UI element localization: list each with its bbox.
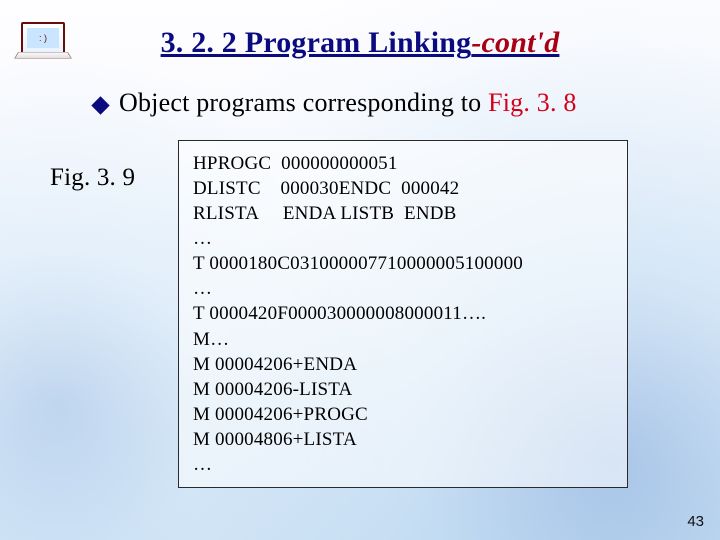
monitor-icon: : ): [21, 22, 65, 54]
bullet-text-before: Object programs corresponding to: [119, 88, 488, 117]
computer-icon: : ): [14, 18, 70, 62]
fig-label: Fig. 3. 9: [50, 140, 160, 192]
page-number: 43: [687, 513, 704, 530]
bullet-text: Object programs corresponding to Fig. 3.…: [119, 88, 577, 118]
program-listing: HPROGC 000000000051 DLISTC 000030ENDC 00…: [178, 140, 628, 488]
title-main: 3. 2. 2 Program Linking: [161, 26, 472, 59]
title-contd: -cont'd: [471, 26, 559, 59]
smiley-face: : ): [39, 33, 47, 43]
diamond-bullet-icon: [91, 96, 109, 114]
slide-container: : ) 3. 2. 2 Program Linking-cont'd Objec…: [0, 0, 720, 540]
bullet-row: Object programs corresponding to Fig. 3.…: [94, 88, 690, 118]
lower-row: Fig. 3. 9 HPROGC 000000000051 DLISTC 000…: [50, 140, 690, 488]
monitor-screen: : ): [27, 28, 59, 48]
keyboard-icon: [14, 52, 72, 59]
fig-ref: Fig. 3. 8: [488, 88, 576, 117]
slide-title: 3. 2. 2 Program Linking-cont'd: [30, 26, 690, 60]
